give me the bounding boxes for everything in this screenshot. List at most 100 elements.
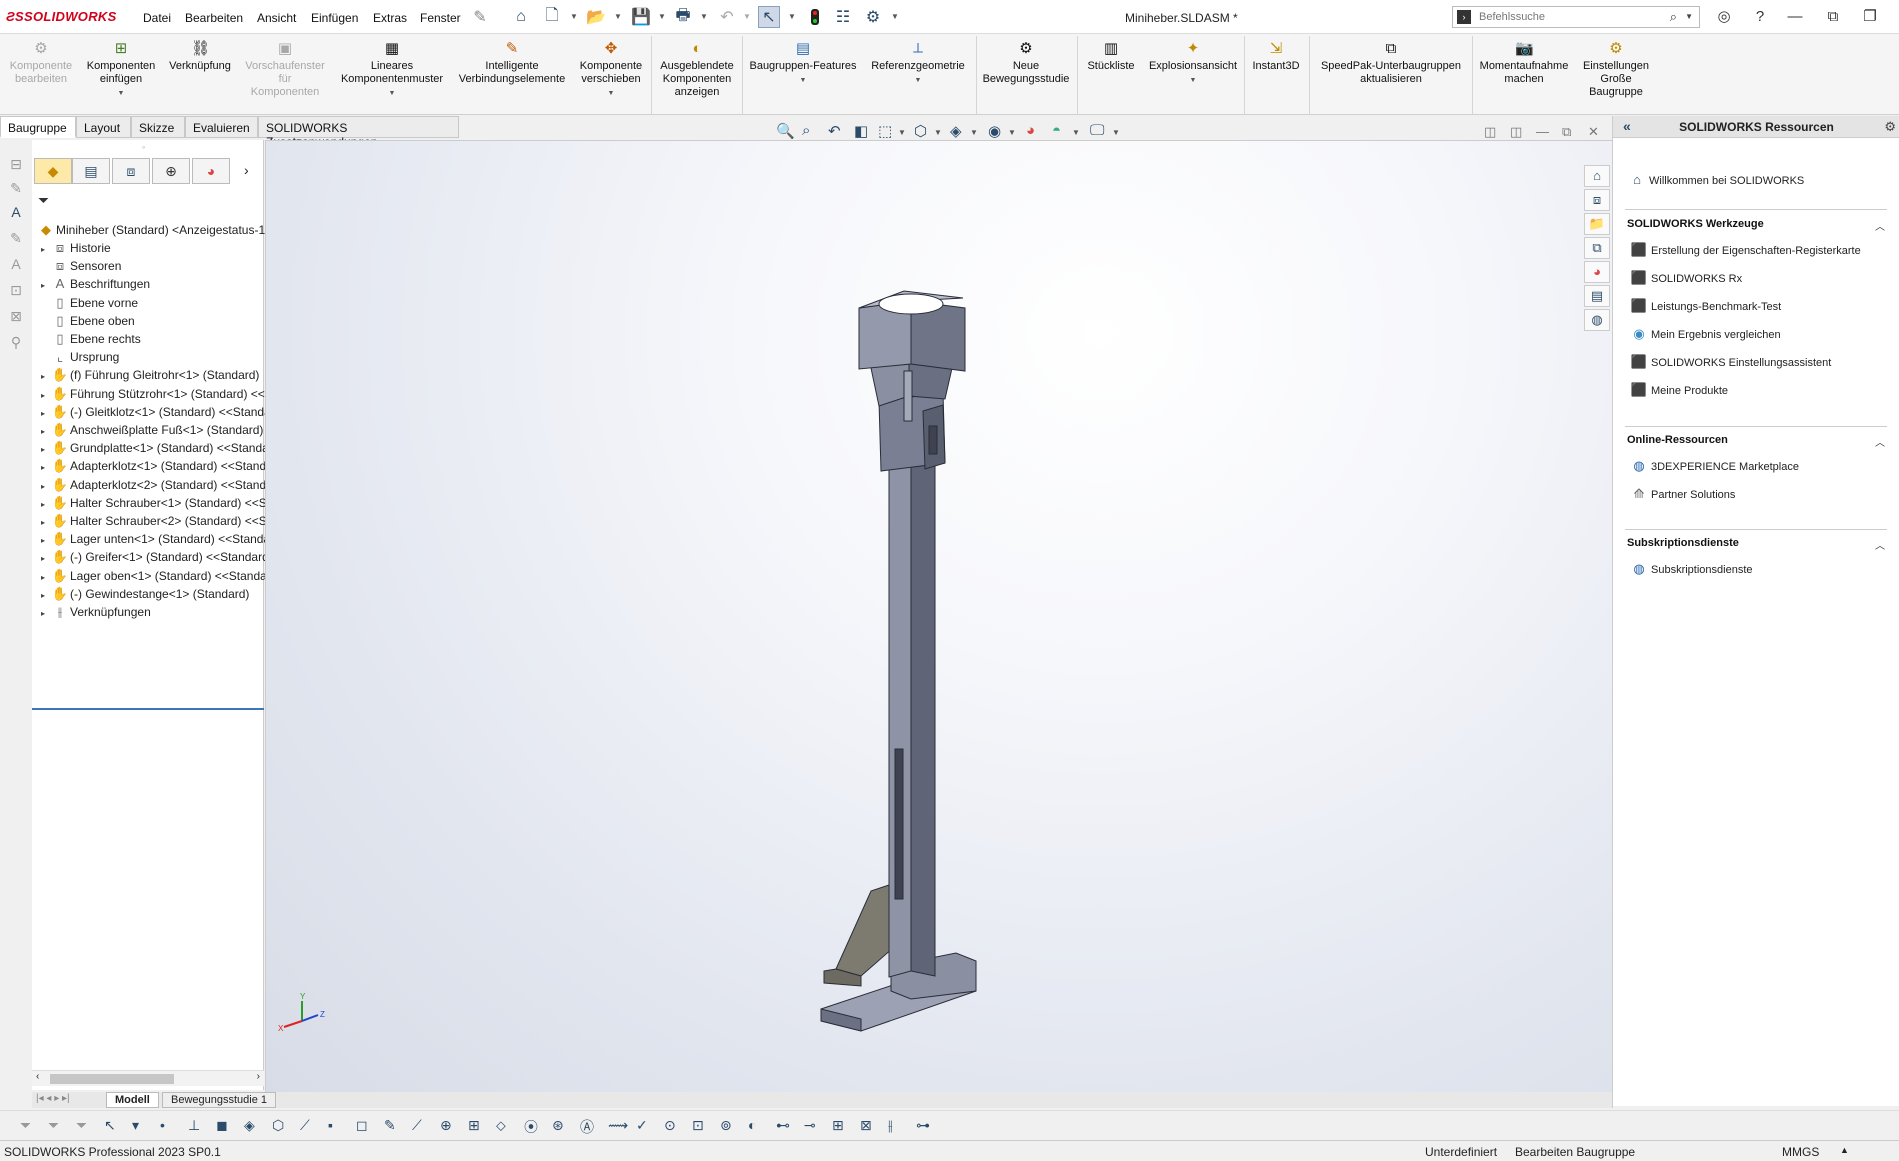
viewport-close-icon[interactable]: ✕	[1588, 124, 1599, 140]
tree-item[interactable]: ▸ ✋ Lager oben<1> (Standard) <<Standard>	[36, 566, 268, 586]
home-icon[interactable]: ⌂	[510, 6, 532, 28]
view-settings-icon[interactable]: 🖵	[1090, 122, 1104, 139]
units-chevron-up-icon[interactable]: ▲	[1840, 1145, 1849, 1155]
snapshot-button[interactable]: 📷 Momentaufnahme machen	[1474, 40, 1574, 86]
filter-axis-icon[interactable]: ⊥	[188, 1117, 200, 1134]
maximize-icon[interactable]: ⧉	[1823, 8, 1843, 26]
tree-item[interactable]: ▸ A Beschriftungen	[36, 274, 268, 294]
move-chevron-down-icon[interactable]: ▼	[573, 87, 649, 100]
file-explorer-icon[interactable]: 📁	[1584, 213, 1610, 235]
viewport-split-icon[interactable]: ◫	[1510, 124, 1522, 140]
options-chevron-down-icon[interactable]: ▼	[891, 12, 899, 21]
online-link[interactable]: ◍ 3DEXPERIENCE Marketplace	[1629, 458, 1799, 474]
filter-segment-icon[interactable]: ⟋	[412, 1117, 422, 1134]
zoom-to-fit-icon[interactable]: 🔍	[776, 122, 795, 140]
settings-chevron-down-icon[interactable]: ▼	[1112, 128, 1120, 137]
orientation-chevron-down-icon[interactable]: ▼	[934, 128, 942, 137]
appearances-icon[interactable]: ◕	[1584, 261, 1610, 283]
hud-chevron-down-icon[interactable]: ▼	[898, 128, 906, 137]
tab-modell[interactable]: Modell	[106, 1092, 159, 1108]
menu-bearbeiten[interactable]: Bearbeiten	[185, 11, 243, 25]
assembly-features-button[interactable]: ▤ Baugruppen-Features ▼	[746, 40, 860, 87]
filter-balloon-icon[interactable]: ⊙	[664, 1117, 676, 1134]
tree-item[interactable]: ▸ ✋ Lager unten<1> (Standard) <<Standard>	[36, 529, 268, 549]
home-icon[interactable]: ⌂	[1584, 165, 1610, 187]
select-chevron-down-icon[interactable]: ▾	[132, 1117, 139, 1134]
exploded-view-button[interactable]: ✦ Explosionsansicht ▼	[1144, 40, 1242, 87]
filter-gtol-icon[interactable]: ⊛	[552, 1117, 564, 1134]
previous-view-icon[interactable]: ↶	[828, 122, 841, 140]
tab-zusatzanwendungen[interactable]: SOLIDWORKS Zusatzanwendungen	[258, 116, 459, 149]
section-title[interactable]: Subskriptionsdienste	[1627, 537, 1739, 549]
menu-extras[interactable]: Extras	[373, 11, 407, 25]
rollback-bar[interactable]	[32, 708, 264, 710]
features-chevron-down-icon[interactable]: ▼	[746, 74, 860, 87]
filter-dimension-icon[interactable]: ⬦	[496, 1117, 506, 1134]
online-link[interactable]: ⟰ Partner Solutions	[1629, 486, 1736, 502]
filter-point-icon[interactable]: •	[160, 1117, 165, 1133]
menu-fenster[interactable]: Fenster	[420, 11, 461, 25]
strip-tool-icon[interactable]: ✎	[6, 180, 26, 200]
help-icon[interactable]: ?	[1750, 8, 1770, 26]
command-search-input[interactable]: › Befehlssuche ⌕ ▼	[1452, 6, 1700, 28]
filter-vertex-icon[interactable]: ▪	[328, 1117, 333, 1133]
select-chevron-down-icon[interactable]: ▼	[788, 12, 796, 21]
search-chevron-down-icon[interactable]: ▼	[1685, 12, 1693, 21]
task-pane-settings-gear-icon[interactable]: ⚙	[1884, 119, 1896, 135]
view-orientation-icon[interactable]: ⬡	[914, 122, 927, 140]
explode-chevron-down-icon[interactable]: ▼	[1144, 74, 1242, 87]
menu-einfuegen[interactable]: Einfügen	[311, 11, 358, 25]
tree-item[interactable]: ▸✋Adapterklotz<1> (Standard) <<Standard>	[36, 456, 268, 476]
tab-evaluieren[interactable]: Evaluieren	[185, 116, 258, 138]
show-hidden-components-button[interactable]: ◐ Ausgeblendete Komponenten anzeigen	[654, 40, 740, 99]
section-title[interactable]: SOLIDWORKS Werkzeuge	[1627, 218, 1764, 230]
viewport-tile-icon[interactable]: ◫	[1484, 124, 1496, 140]
user-account-icon[interactable]: ◎	[1714, 8, 1734, 26]
component-preview-button[interactable]: ▣ Vorschaufenster für Komponenten	[240, 40, 330, 99]
open-icon[interactable]: 📂	[585, 6, 607, 28]
view-palette-icon[interactable]: ⧉	[1584, 237, 1610, 259]
collapse-chevron-up-icon[interactable]: ︿	[1875, 218, 1885, 233]
new-document-icon[interactable]: 🗋	[541, 6, 563, 28]
tree-item[interactable]: ⌞ Ursprung	[36, 347, 268, 367]
filter-midpoint-icon[interactable]: ⊕	[440, 1117, 452, 1134]
filter-vertices-icon[interactable]: ⏷	[76, 1117, 87, 1134]
filter-note-icon[interactable]: ⦿	[524, 1117, 538, 1137]
feature-manager-tab[interactable]: ◆	[34, 158, 72, 184]
filter-weld-icon[interactable]: ⟿	[608, 1117, 628, 1134]
display-chevron-down-icon[interactable]: ▼	[970, 128, 978, 137]
pattern-chevron-down-icon[interactable]: ▼	[333, 87, 451, 100]
print-icon[interactable]: 🖶	[672, 6, 694, 28]
strip-tool-icon[interactable]: ⊡	[6, 282, 26, 302]
apply-scene-icon[interactable]: ◓	[1052, 122, 1061, 139]
welcome-link[interactable]: ⌂ Willkommen bei SOLIDWORKS	[1627, 172, 1804, 187]
undo-chevron-down-icon[interactable]: ▼	[743, 12, 751, 21]
new-motion-study-button[interactable]: ⚙ Neue Bewegungsstudie	[978, 40, 1074, 86]
refgeom-chevron-down-icon[interactable]: ▼	[862, 74, 974, 87]
section-title[interactable]: Online-Ressourcen	[1627, 434, 1728, 446]
tree-item[interactable]: ▸ ✋ Grundplatte<1> (Standard) <<Standard>	[36, 438, 268, 458]
solidworks-forum-icon[interactable]: ◍	[1584, 309, 1610, 331]
filter-face-icon[interactable]: ◼	[216, 1117, 228, 1134]
subscription-link[interactable]: ◍ Subskriptionsdienste	[1629, 561, 1752, 577]
select-icon[interactable]: ↖	[758, 6, 780, 28]
tree-item[interactable]: ▯ Ebene rechts	[36, 329, 268, 349]
unit-system[interactable]: MMGS	[1782, 1145, 1819, 1159]
pin-icon[interactable]: ✎	[469, 6, 491, 28]
mate-button[interactable]: ⛓ Verknüpfung	[164, 40, 236, 73]
custom-properties-icon[interactable]: ▤	[1584, 285, 1610, 307]
scroll-left-icon[interactable]: ‹	[36, 1071, 39, 1082]
strip-tool-icon[interactable]: A	[6, 256, 26, 276]
minimize-icon[interactable]: —	[1785, 8, 1805, 26]
select-arrow-icon[interactable]: ↖	[104, 1117, 116, 1134]
scroll-right-icon[interactable]: ›	[257, 1071, 260, 1082]
file-properties-icon[interactable]: ☷	[832, 6, 854, 28]
filter-reference-icon[interactable]: ⊶	[916, 1117, 930, 1134]
restore-icon[interactable]: ❐	[1860, 8, 1880, 26]
filter-cosmetic-icon[interactable]: ◐	[748, 1117, 756, 1133]
chevron-right-icon[interactable]: ›	[244, 162, 249, 178]
filter-block-icon[interactable]: ⊞	[832, 1117, 844, 1134]
undo-icon[interactable]: ↶	[716, 6, 738, 28]
filter-sketch-icon[interactable]: ✎	[384, 1117, 396, 1134]
filter-mate-icon[interactable]: ⫲	[888, 1117, 893, 1134]
